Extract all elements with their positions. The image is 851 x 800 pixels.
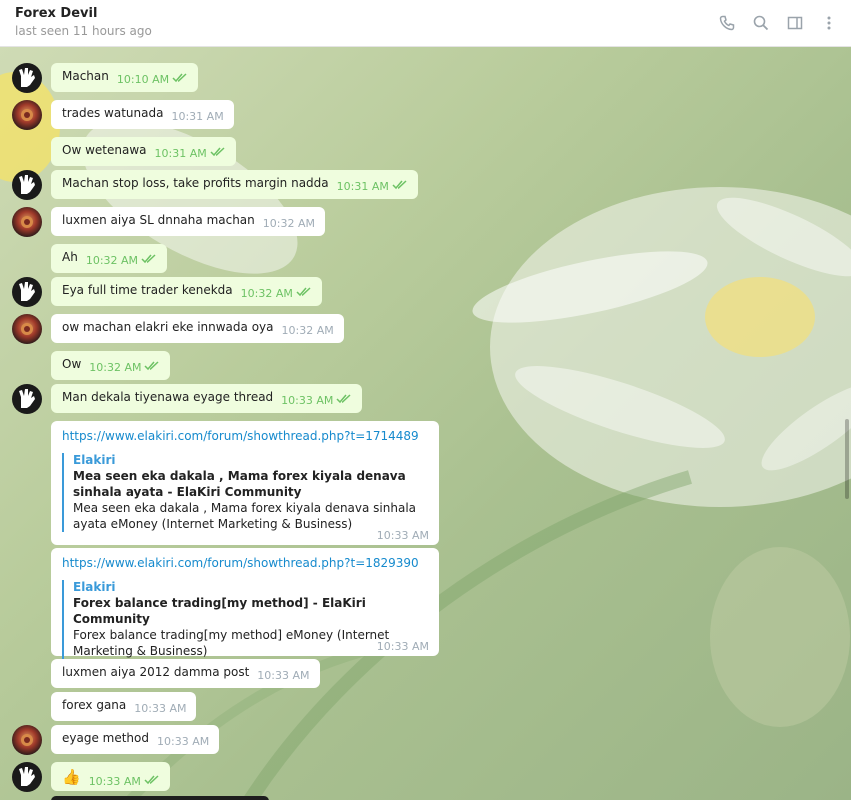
message-time: 10:31 AM: [336, 180, 389, 193]
message-time: 10:32 AM: [89, 361, 142, 374]
message-time: 10:32 AM: [281, 324, 334, 337]
search-icon[interactable]: [750, 12, 772, 34]
sidebar-toggle-icon[interactable]: [784, 12, 806, 34]
message-time: 10:33 AM: [134, 702, 187, 715]
message-bubble[interactable]: eyage method 10:33 AM: [51, 725, 220, 754]
message-bubble[interactable]: Machan stop loss, take profits margin na…: [51, 170, 418, 199]
message-bubble[interactable]: Ow wetenawa 10:31 AM: [51, 137, 236, 166]
link-message[interactable]: https://www.elakiri.com/forum/showthread…: [51, 548, 439, 659]
message-text: ow machan elakri eke innwada oya: [62, 320, 274, 334]
message-text: Machan: [62, 69, 109, 83]
message-time: 10:10 AM: [116, 73, 170, 86]
message-bubble[interactable]: Ow 10:32 AM: [51, 351, 171, 380]
chat-background[interactable]: Machan 10:10 AM trades watunada 10:31 AM O…: [0, 47, 851, 800]
message-bubble[interactable]: ow machan elakri eke innwada oya 10:32 AM: [51, 314, 344, 343]
message-bubble[interactable]: luxmen aiya SL dnnaha machan 10:32 AM: [51, 207, 325, 236]
thumbs-up-emoji: 👍: [62, 768, 81, 786]
link-message[interactable]: https://www.elakiri.com/forum/showthread…: [51, 421, 439, 545]
last-seen-status: last seen 11 hours ago: [15, 24, 152, 38]
message-text: trades watunada: [62, 106, 164, 120]
avatar[interactable]: [12, 762, 42, 792]
avatar[interactable]: [12, 277, 42, 307]
link-preview-site: Elakiri: [73, 580, 116, 594]
message-time: 10:33 AM: [257, 669, 310, 682]
message-bubble[interactable]: 👍 10:33 AM: [51, 762, 170, 791]
avatar[interactable]: [12, 314, 42, 344]
message-time: 10:33 AM: [376, 640, 429, 653]
link-preview[interactable]: Elakiri Forex balance trading[my method]…: [62, 580, 427, 659]
avatar[interactable]: [12, 63, 42, 93]
link-preview-site: Elakiri: [73, 453, 116, 467]
message-text: luxmen aiya SL dnnaha machan: [62, 213, 255, 227]
link-preview-title: Forex balance trading[my method] - ElaKi…: [73, 596, 366, 626]
read-check-icon: [144, 360, 160, 374]
chat-scrollbar[interactable]: [845, 419, 849, 499]
avatar[interactable]: [12, 100, 42, 130]
message-bubble[interactable]: forex gana 10:33 AM: [51, 692, 197, 721]
message-text: eyage method: [62, 731, 149, 745]
message-text: forex gana: [62, 698, 127, 712]
message-text: Machan stop loss, take profits margin na…: [62, 176, 329, 190]
message-link[interactable]: https://www.elakiri.com/forum/showthread…: [62, 556, 427, 570]
link-preview[interactable]: Elakiri Mea seen eka dakala , Mama forex…: [62, 453, 427, 532]
message-bubble[interactable]: trades watunada 10:31 AM: [51, 100, 234, 129]
message-bubble[interactable]: Machan 10:10 AM: [51, 63, 199, 92]
message-time: 10:32 AM: [262, 217, 315, 230]
avatar[interactable]: [12, 207, 42, 237]
chat-title[interactable]: Forex Devil: [15, 6, 97, 21]
read-check-icon: [172, 72, 188, 86]
read-check-icon: [336, 393, 352, 407]
message-time: 10:32 AM: [85, 254, 139, 267]
read-check-icon: [144, 774, 160, 788]
phone-icon[interactable]: [716, 12, 738, 34]
read-check-icon: [210, 146, 226, 160]
avatar[interactable]: [12, 725, 42, 755]
message-text: Ah: [62, 250, 78, 264]
message-time: 10:31 AM: [154, 147, 207, 160]
read-check-icon: [392, 179, 408, 193]
message-time: 10:33 AM: [281, 394, 334, 407]
avatar[interactable]: [12, 170, 42, 200]
read-check-icon: [296, 286, 312, 300]
message-text: Ow wetenawa: [62, 143, 147, 157]
message-time: 10:33 AM: [376, 529, 429, 542]
message-bubble[interactable]: Man dekala tiyenawa eyage thread 10:33 AM: [51, 384, 363, 413]
message-time: 10:33 AM: [88, 775, 141, 788]
avatar[interactable]: [12, 384, 42, 414]
message-text: luxmen aiya 2012 damma post: [62, 665, 250, 679]
link-preview-title: Mea seen eka dakala , Mama forex kiyala …: [73, 469, 406, 499]
more-vertical-icon[interactable]: [818, 12, 840, 34]
message-bubble[interactable]: Ah 10:32 AM: [51, 244, 168, 273]
message-text: Man dekala tiyenawa eyage thread: [62, 390, 274, 404]
message-link[interactable]: https://www.elakiri.com/forum/showthread…: [62, 429, 427, 443]
read-check-icon: [141, 253, 157, 267]
chat-header: Forex Devil last seen 11 hours ago: [0, 0, 851, 47]
message-time: 10:31 AM: [171, 110, 224, 123]
message-time: 10:32 AM: [240, 287, 293, 300]
message-text: Eya full time trader kenekda: [62, 283, 233, 297]
link-preview-description: Mea seen eka dakala , Mama forex kiyala …: [73, 501, 417, 531]
message-text: Ow: [62, 357, 82, 371]
message-bubble[interactable]: luxmen aiya 2012 damma post 10:33 AM: [51, 659, 320, 688]
message-bubble[interactable]: [51, 796, 269, 800]
message-time: 10:33 AM: [157, 735, 210, 748]
message-bubble[interactable]: Eya full time trader kenekda 10:32 AM: [51, 277, 322, 306]
link-preview-description: Forex balance trading[my method] eMoney …: [73, 628, 390, 658]
